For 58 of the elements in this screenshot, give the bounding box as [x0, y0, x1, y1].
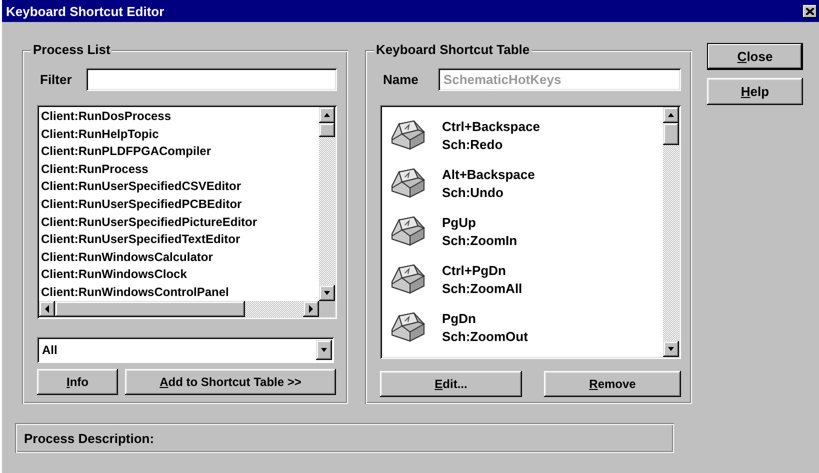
shortcut-keys: PgDn	[442, 310, 528, 326]
scroll-left-button[interactable]	[39, 301, 55, 317]
shortcut-keys: Ctrl+PgDn	[442, 262, 522, 278]
list-item[interactable]: Client:RunProcess	[41, 160, 319, 178]
scroll-right-button[interactable]	[303, 301, 319, 317]
name-label: Name	[383, 72, 418, 86]
scroll-up-button[interactable]	[663, 107, 679, 123]
scroll-up-button[interactable]	[319, 107, 335, 123]
list-item[interactable]: Client:RunUserSpecifiedTextEditor	[41, 231, 319, 249]
caret-up-icon	[667, 112, 675, 118]
list-item[interactable]: Client:RunUserSpecifiedCSVEditor	[41, 178, 319, 196]
group-title: Process List	[31, 42, 112, 57]
scroll-down-button[interactable]	[319, 285, 335, 301]
shortcut-command: Sch:ZoomOut	[442, 328, 528, 344]
list-item[interactable]: Client:RunUserSpecifiedPCBEditor	[41, 196, 319, 214]
horizontal-scrollbar[interactable]	[39, 301, 319, 317]
help-button[interactable]: Help	[707, 78, 803, 105]
close-icon	[806, 8, 814, 14]
scroll-down-button[interactable]	[663, 341, 679, 357]
shortcut-keys: PgUp	[442, 214, 518, 230]
list-item[interactable]: Client:RunWindowsCalculator	[41, 248, 319, 266]
caret-down-icon	[323, 290, 331, 296]
caret-left-icon	[44, 305, 50, 313]
close-button[interactable]: Close	[707, 43, 803, 70]
description-label: Process Description:	[24, 430, 154, 446]
category-dropdown[interactable]: All	[37, 337, 334, 363]
window-title: Keyboard Shortcut Editor	[6, 4, 164, 18]
remove-button[interactable]: Remove	[544, 371, 681, 397]
shortcut-keys: Alt+Backspace	[442, 166, 535, 182]
info-button[interactable]: Info	[37, 369, 118, 395]
scrollbar-corner	[319, 301, 335, 317]
add-button[interactable]: Add to Shortcut Table >>	[125, 369, 336, 395]
scroll-down-button[interactable]	[316, 340, 332, 360]
caret-up-icon	[323, 112, 331, 118]
shortcut-command: Sch:ZoomIn	[442, 232, 518, 248]
vertical-scrollbar[interactable]	[319, 107, 335, 301]
list-item[interactable]: Client:RunWindowsClock	[41, 266, 319, 284]
list-item[interactable]: Client:RunPLDFPGACompiler	[41, 143, 319, 161]
caret-down-icon	[667, 346, 675, 352]
filter-field[interactable]	[86, 68, 337, 90]
scroll-thumb[interactable]	[663, 123, 679, 145]
close-button[interactable]	[803, 4, 817, 18]
shortcut-command: Sch:Redo	[442, 136, 504, 152]
vertical-scrollbar[interactable]	[663, 107, 679, 357]
scroll-thumb[interactable]	[319, 123, 335, 137]
shortcut-keys: Ctrl+Backspace	[442, 118, 540, 134]
edit-button[interactable]: Edit...	[380, 371, 522, 397]
shortcut-command: Sch:Undo	[442, 184, 504, 200]
list-item[interactable]: Client:RunUserSpecifiedPictureEditor	[41, 214, 319, 232]
scroll-thumb[interactable]	[55, 301, 245, 317]
group-title: Keyboard Shortcut Table	[374, 42, 532, 57]
caret-down-icon	[320, 347, 328, 353]
filter-label: Filter	[40, 72, 72, 86]
list-item[interactable]: Client:RunHelpTopic	[41, 126, 319, 144]
shortcut-command: Sch:ZoomAll	[442, 280, 522, 296]
caret-right-icon	[308, 305, 314, 313]
list-item[interactable]: Client:RunDosProcess	[41, 108, 319, 126]
list-item[interactable]: Client:RunWindowsControlPanel	[41, 284, 319, 301]
